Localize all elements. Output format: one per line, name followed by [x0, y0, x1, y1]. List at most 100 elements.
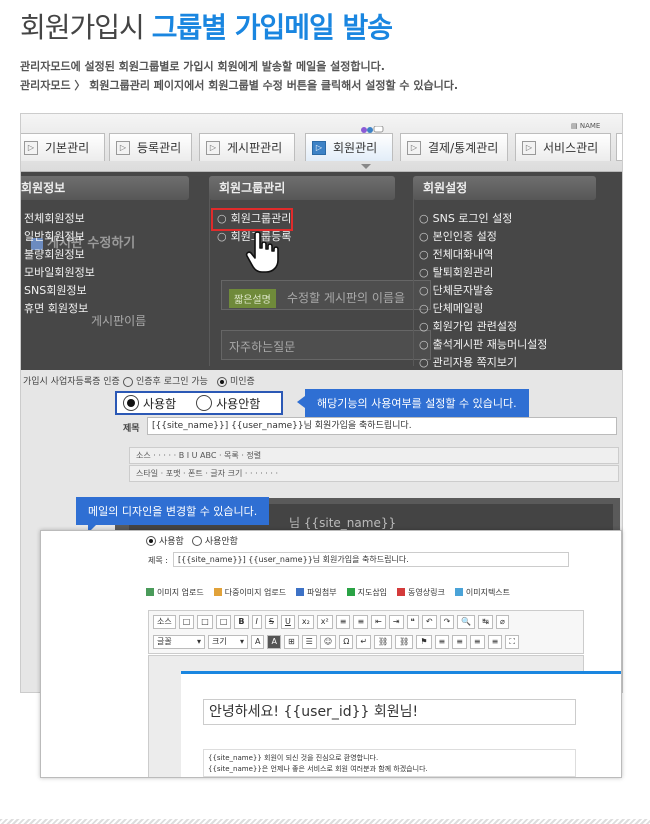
chevron-right-icon: ▷: [116, 140, 130, 155]
video-icon: [397, 588, 406, 596]
chevron-right-icon: ▷: [407, 140, 421, 155]
indent-icon[interactable]: ⇥: [388, 615, 404, 629]
menu-item-chat-history[interactable]: ○ 전체대화내역: [419, 246, 547, 264]
title-prefix: 회원가입시: [20, 11, 145, 44]
menu-item-group-sms[interactable]: ○ 단체문자발송: [419, 282, 547, 300]
radio-use[interactable]: [146, 535, 156, 546]
subscript-button[interactable]: x₂: [297, 615, 314, 629]
multi-image-upload-button[interactable]: 다중이미지 업로드: [213, 587, 286, 598]
doc-new-icon[interactable]: □: [178, 615, 195, 629]
menu-item-all-members[interactable]: 전체회원정보: [24, 210, 95, 228]
undo-icon[interactable]: ↶: [421, 615, 437, 629]
superscript-button[interactable]: x²: [316, 615, 333, 629]
text-color-button[interactable]: A: [251, 635, 265, 649]
find-icon[interactable]: 🔍: [457, 615, 476, 629]
underline-button[interactable]: U: [280, 615, 295, 629]
subject-label: 제목: [123, 424, 140, 434]
tab-board[interactable]: ▷ 게시판관리: [199, 133, 295, 161]
source-button[interactable]: 소스: [153, 615, 176, 629]
images-icon: [213, 588, 222, 596]
file-attach-button[interactable]: 파일첨부: [296, 587, 337, 598]
replace-icon[interactable]: ↹: [478, 615, 493, 629]
menu-item-admin-notes[interactable]: ○ 관리자용 쪽지보기: [419, 354, 547, 372]
panel-subject-input[interactable]: [{{site_name}}] {{user_name}}님 회원가입을 축하드…: [173, 552, 569, 567]
menu-item-identity-verify[interactable]: ○ 본인인증 설정: [419, 228, 547, 246]
bg-color-button[interactable]: A: [267, 635, 281, 649]
page-break-icon[interactable]: ↵: [356, 635, 372, 649]
hand-cursor-icon: [245, 231, 279, 273]
special-char-icon[interactable]: Ω: [339, 635, 354, 649]
chevron-down-icon: ▾: [239, 637, 244, 646]
align-justify-icon[interactable]: ≡: [487, 635, 503, 649]
subject-input[interactable]: [{{site_name}}] {{user_name}}님 회원가입을 축하드…: [147, 417, 617, 435]
align-right-icon[interactable]: ≡: [469, 635, 485, 649]
description-line-1: 관리자모드에 설정된 회원그룹별로 가입시 회원에게 발송할 메일을 설정합니다…: [20, 60, 385, 73]
video-link-button[interactable]: 동영상링크: [397, 587, 445, 598]
menu-item-join-settings[interactable]: ○ 회원가입 관련설정: [419, 318, 547, 336]
table-icon[interactable]: ⊞: [283, 635, 299, 649]
editor-toolbar-row-1[interactable]: 소스 · · · · · B I U ABC · 목록 · 정렬: [129, 447, 619, 464]
welcome-text[interactable]: {{site_name}} 회원이 되신 것을 진심으로 환영합니다. {{si…: [203, 749, 576, 777]
active-tab-caret: [361, 164, 371, 169]
radio-use[interactable]: [123, 395, 139, 411]
menu-item-general-members[interactable]: 일반회원정보: [24, 228, 95, 246]
doc-preview-icon[interactable]: □: [197, 615, 213, 629]
callout-design: 메일의 디자인을 변경할 수 있습니다.: [76, 497, 270, 533]
maximize-icon[interactable]: ⛶: [505, 635, 519, 649]
panel-upload-toolbar: 이미지 업로드 다중이미지 업로드 파일첨부 지도삽입 동영상링크 이미지텍스트: [146, 581, 616, 603]
font-select[interactable]: 글꼴 ▾: [153, 635, 205, 649]
bullet-list-icon[interactable]: ≡: [353, 615, 369, 629]
unlink-icon[interactable]: ⛓: [395, 635, 414, 649]
menu-item-sns-login[interactable]: ○ SNS 로그인 설정: [419, 210, 547, 228]
biz-cert-option-none[interactable]: 미인증: [217, 374, 255, 387]
hr-icon[interactable]: ☰: [301, 635, 317, 649]
doc-template-icon[interactable]: □: [215, 615, 232, 629]
menu-item-bad-members[interactable]: 불량회원정보: [24, 246, 95, 264]
chevron-right-icon: ▷: [24, 140, 38, 155]
tab-basic[interactable]: ▷ 기본관리: [21, 133, 105, 161]
map-insert-button[interactable]: 지도삽입: [346, 587, 387, 598]
strike-button[interactable]: S: [264, 615, 278, 629]
behind-hint: 수정할 게시판의 이름을: [287, 291, 406, 305]
smiley-icon[interactable]: ☺: [319, 635, 337, 649]
radio-nouse[interactable]: [196, 395, 213, 411]
image-text-button[interactable]: 이미지텍스트: [454, 587, 510, 598]
menu-item-dormant-members[interactable]: 휴면 회원정보: [24, 300, 95, 318]
size-select[interactable]: 크기 ▾: [208, 635, 248, 649]
behind-short-desc-button: 짧은설명: [229, 289, 276, 308]
chevron-down-icon: ▾: [196, 637, 201, 646]
tab-service[interactable]: ▷ 서비스관리: [515, 133, 611, 161]
biz-cert-option-login[interactable]: 인증후 로그인 가능: [123, 374, 208, 387]
greeting-text[interactable]: 안녕하세요! {{user_id}} 회원님!: [203, 699, 576, 725]
welcome-line-2: {{site_name}}은 언제나 좋은 서비스로 회원 여러분과 함께 하겠…: [208, 765, 428, 773]
image-icon: [146, 588, 154, 596]
col-member-settings-list: ○ SNS 로그인 설정 ○ 본인인증 설정 ○ 전체대화내역 ○ 탈퇴회원관리 ○ 단체…: [419, 210, 547, 372]
radio-nouse[interactable]: [191, 535, 202, 546]
link-icon[interactable]: ⛓: [374, 635, 393, 649]
numbered-list-icon[interactable]: ≡: [335, 615, 351, 629]
align-left-icon[interactable]: ≡: [434, 635, 450, 649]
file-icon: [296, 588, 305, 596]
menu-item-withdrawn[interactable]: ○ 탈퇴회원관리: [419, 264, 547, 282]
bold-button[interactable]: B: [234, 615, 249, 629]
highlight-member-group-manage: [211, 208, 293, 231]
editor-toolbar-row-2[interactable]: 스타일 · 포맷 · 폰트 · 글자 크기 · · · · · · ·: [129, 465, 619, 482]
tab-register[interactable]: ▷ 등록관리: [109, 133, 192, 161]
anchor-icon[interactable]: ⚑: [416, 635, 432, 649]
quote-icon[interactable]: ❝: [406, 615, 419, 629]
redo-icon[interactable]: ↷: [439, 615, 455, 629]
clear-format-icon[interactable]: ⌀: [495, 615, 509, 629]
menu-item-group-mail[interactable]: ○ 단체메일링: [419, 300, 547, 318]
outdent-icon[interactable]: ⇤: [371, 615, 386, 629]
menu-item-sns-members[interactable]: SNS회원정보: [24, 282, 95, 300]
panel-use-toggle: 사용함 사용안함: [146, 534, 238, 547]
menu-item-attendance-money[interactable]: ○ 출석게시판 재능머니설정: [419, 336, 547, 354]
use-label: 사용함: [143, 396, 177, 411]
radio-icon: [123, 376, 133, 387]
align-center-icon[interactable]: ≡: [452, 635, 467, 649]
italic-button[interactable]: I: [251, 615, 262, 629]
menu-item-mobile-members[interactable]: 모바일회원정보: [24, 264, 95, 282]
image-upload-button[interactable]: 이미지 업로드: [146, 587, 204, 598]
chevron-right-icon: ▷: [312, 140, 326, 155]
tab-payment-stats[interactable]: ▷ 결제/통계관리: [400, 133, 508, 161]
